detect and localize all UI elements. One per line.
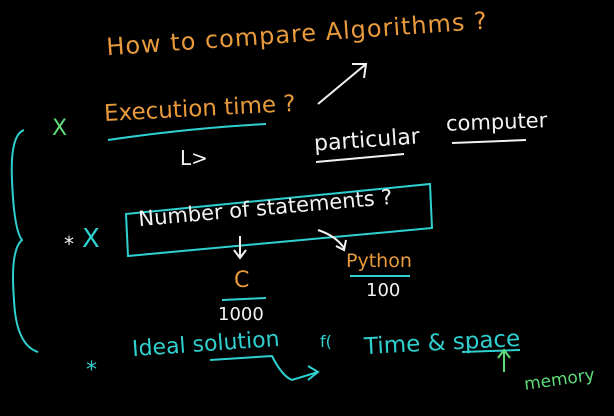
c-label: C: [234, 268, 250, 293]
f-symbol: f(: [320, 332, 332, 351]
python-label: Python: [346, 250, 412, 272]
ideal-arrow: [209, 354, 320, 382]
computer-label: computer: [445, 108, 548, 136]
whiteboard-canvas: How to compare Algorithms ? X Execution …: [0, 0, 614, 416]
bullet-star-2: *: [64, 232, 74, 256]
python-value: 100: [366, 280, 401, 301]
c-fraction-line: [221, 297, 267, 301]
arrow-to-title: [317, 63, 368, 105]
left-brace: [10, 129, 39, 353]
c-value: 1000: [218, 304, 264, 325]
bullet-x-2: X: [82, 224, 100, 254]
execution-underline: [107, 123, 267, 141]
memory-arrow: [497, 348, 511, 372]
arrow-glyph: L>: [180, 146, 208, 170]
arrow-to-python: [317, 229, 347, 252]
bullet-x-1: X: [52, 116, 68, 141]
bullet-star-3: *: [86, 358, 97, 383]
computer-underline: [451, 139, 527, 144]
